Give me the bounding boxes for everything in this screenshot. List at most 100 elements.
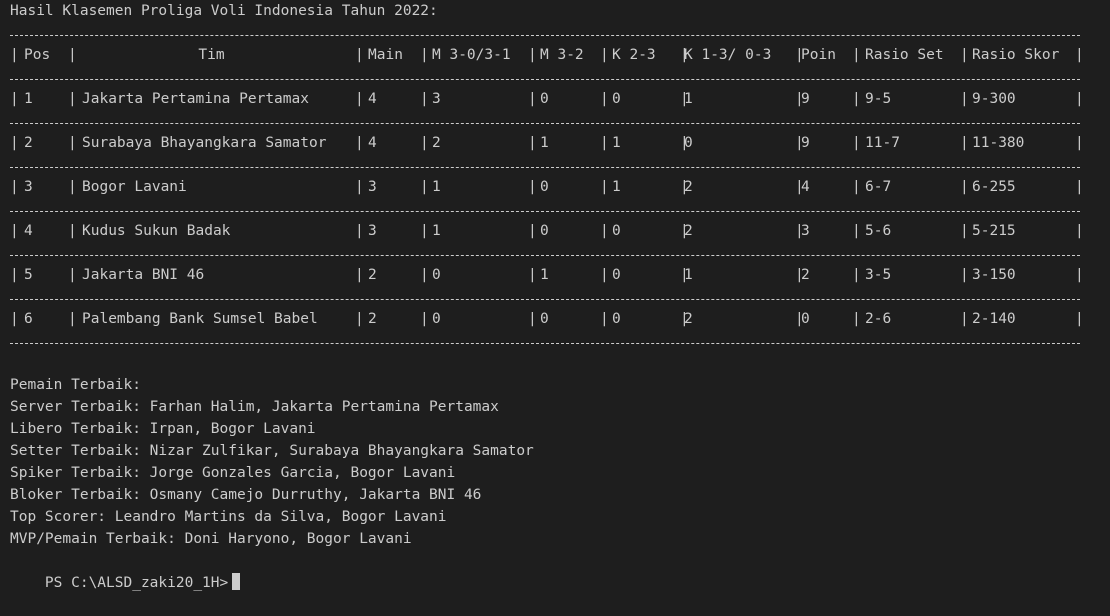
cell-set-ratio: 6-7 xyxy=(865,179,892,195)
cell-loss-23: 0 xyxy=(612,267,621,283)
column-divider: | xyxy=(852,267,861,283)
column-divider: | xyxy=(960,179,969,195)
cell-played: 2 xyxy=(368,311,377,327)
column-divider: | xyxy=(68,91,77,107)
column-divider: | xyxy=(10,223,19,239)
column-divider: | xyxy=(960,311,969,327)
cell-pos: 3 xyxy=(24,179,33,195)
column-divider: | xyxy=(1075,267,1084,283)
cell-win-32: 1 xyxy=(540,135,549,151)
separator-line xyxy=(10,242,1110,264)
column-divider: | xyxy=(528,179,537,195)
table-row: | | | | | | | | | | | 1 Jakarta Pertamina Pertamax 4 3… xyxy=(10,88,1110,110)
column-divider: | xyxy=(10,91,19,107)
cell-set-ratio: 2-6 xyxy=(865,311,892,327)
table-row: | | | | | | | | | | | 4 Kudus Sukun Badak 3 1 0 0 2 3 5-6 5-… xyxy=(10,220,1110,242)
column-divider: | xyxy=(1075,179,1084,195)
dashed-divider xyxy=(10,167,1080,168)
column-divider: | xyxy=(10,267,19,283)
award-line: Spiker Terbaik: Jorge Gonzales Garcia, B… xyxy=(10,465,456,481)
cell-score-ratio: 5-215 xyxy=(972,223,1016,239)
column-divider: | xyxy=(852,47,861,63)
dashed-divider xyxy=(10,79,1080,80)
column-divider: | xyxy=(852,91,861,107)
dashed-divider xyxy=(10,123,1080,124)
column-divider: | xyxy=(1075,47,1084,63)
cell-set-ratio: 5-6 xyxy=(865,223,892,239)
cell-loss-13-03: 0 xyxy=(684,135,693,151)
table-row: | | | | | | | | | | | 6 Palembang Bank Sumsel Babel 2… xyxy=(10,308,1110,330)
header-loss-23: K 2-3 xyxy=(612,47,656,63)
cell-points: 9 xyxy=(801,135,810,151)
column-divider: | xyxy=(960,267,969,283)
cell-played: 3 xyxy=(368,223,377,239)
column-divider: | xyxy=(600,267,609,283)
table-row: | | | | | | | | | | | 5 Jakarta BNI 46 2 0 1 0 1 2 3-5 3-150 xyxy=(10,264,1110,286)
prompt-line[interactable]: PS C:\ALSD_zaki20_1H> xyxy=(10,550,1110,591)
cell-loss-13-03: 1 xyxy=(684,267,693,283)
cell-pos: 2 xyxy=(24,135,33,151)
column-divider: | xyxy=(528,91,537,107)
cell-points: 9 xyxy=(801,91,810,107)
column-divider: | xyxy=(528,135,537,151)
header-score-ratio: Rasio Skor xyxy=(972,47,1060,63)
separator-line xyxy=(10,110,1110,132)
cell-points: 4 xyxy=(801,179,810,195)
cell-set-ratio: 3-5 xyxy=(865,267,892,283)
header-pos: Pos xyxy=(24,47,51,63)
separator-line xyxy=(10,198,1110,220)
column-divider: | xyxy=(960,47,969,63)
column-divider: | xyxy=(1075,311,1084,327)
cell-points: 0 xyxy=(801,311,810,327)
column-divider: | xyxy=(355,267,364,283)
column-divider: | xyxy=(852,179,861,195)
table-row: | | | | | | | | | | | 3 Bogor Lavani 3 1 0 1 2 4 6-7 6-255 xyxy=(10,176,1110,198)
column-divider: | xyxy=(355,47,364,63)
column-divider: | xyxy=(355,311,364,327)
cell-win-32: 0 xyxy=(540,223,549,239)
cell-win-30-31: 1 xyxy=(432,223,441,239)
column-divider: | xyxy=(852,311,861,327)
cell-loss-13-03: 1 xyxy=(684,91,693,107)
cell-loss-23: 1 xyxy=(612,179,621,195)
separator-line xyxy=(10,154,1110,176)
column-divider: | xyxy=(420,267,429,283)
awards-list: Server Terbaik: Farhan Halim, Jakarta Pe… xyxy=(10,396,1110,550)
column-divider: | xyxy=(600,311,609,327)
cell-loss-13-03: 2 xyxy=(684,179,693,195)
column-divider: | xyxy=(1075,91,1084,107)
column-divider: | xyxy=(420,223,429,239)
header-loss-13-03: K 1-3/ 0-3 xyxy=(684,47,772,63)
awards-heading: Pemain Terbaik: xyxy=(10,377,141,393)
header-played: Main xyxy=(368,47,403,63)
cell-loss-13-03: 2 xyxy=(684,311,693,327)
cell-team: Surabaya Bhayangkara Samator xyxy=(82,135,327,151)
column-divider: | xyxy=(68,267,77,283)
award-line: MVP/Pemain Terbaik: Doni Haryono, Bogor … xyxy=(10,531,412,547)
cell-loss-23: 0 xyxy=(612,223,621,239)
terminal-output[interactable]: Hasil Klasemen Proliga Voli Indonesia Ta… xyxy=(10,0,1110,591)
column-divider: | xyxy=(68,135,77,151)
column-divider: | xyxy=(355,179,364,195)
cell-win-30-31: 3 xyxy=(432,91,441,107)
separator-line xyxy=(10,22,1110,44)
column-divider: | xyxy=(68,223,77,239)
prompt-text: PS C:\ALSD_zaki20_1H> xyxy=(44,575,229,591)
cell-win-32: 0 xyxy=(540,91,549,107)
cell-played: 3 xyxy=(368,179,377,195)
column-divider: | xyxy=(600,91,609,107)
cell-win-30-31: 0 xyxy=(432,267,441,283)
cell-win-32: 0 xyxy=(540,311,549,327)
column-divider: | xyxy=(600,47,609,63)
award-line: Bloker Terbaik: Osmany Camejo Durruthy, … xyxy=(10,487,482,503)
cell-win-30-31: 2 xyxy=(432,135,441,151)
column-divider: | xyxy=(355,223,364,239)
cell-score-ratio: 2-140 xyxy=(972,311,1016,327)
cell-score-ratio: 6-255 xyxy=(972,179,1016,195)
cell-win-30-31: 0 xyxy=(432,311,441,327)
column-divider: | xyxy=(528,47,537,63)
cell-loss-13-03: 2 xyxy=(684,223,693,239)
cell-loss-23: 0 xyxy=(612,91,621,107)
column-divider: | xyxy=(852,223,861,239)
cell-played: 4 xyxy=(368,135,377,151)
